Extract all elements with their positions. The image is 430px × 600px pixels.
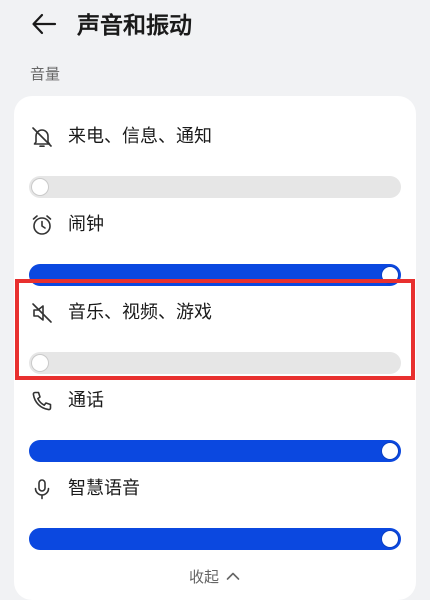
volume-slider-media[interactable] <box>29 352 401 374</box>
volume-slider-smart-voice[interactable] <box>29 528 401 550</box>
volume-row-label: 智慧语音 <box>68 478 140 499</box>
slider-thumb[interactable] <box>382 443 398 459</box>
volume-slider-notifications[interactable] <box>29 176 401 198</box>
section-label-volume: 音量 <box>30 65 61 83</box>
slider-thumb[interactable] <box>32 355 48 371</box>
volume-row-alarm: 闹钟 <box>14 210 416 298</box>
volume-row-label: 来电、信息、通知 <box>68 126 212 147</box>
collapse-label: 收起 <box>188 567 219 586</box>
slider-thumb[interactable] <box>32 179 48 195</box>
chevron-up-icon <box>225 568 241 584</box>
alarm-clock-icon <box>30 213 54 237</box>
slider-fill <box>29 528 401 550</box>
slider-thumb[interactable] <box>382 267 398 283</box>
collapse-button[interactable]: 收起 <box>14 564 416 588</box>
slider-fill <box>29 440 401 462</box>
header: 声音和振动 <box>0 0 430 56</box>
volume-row-smart-voice: 智慧语音 <box>14 474 416 562</box>
volume-row-media: 音乐、视频、游戏 <box>14 298 416 386</box>
volume-slider-alarm[interactable] <box>29 264 401 286</box>
volume-slider-call[interactable] <box>29 440 401 462</box>
volume-row-label: 通话 <box>68 390 104 411</box>
speaker-muted-icon <box>30 301 54 325</box>
slider-thumb[interactable] <box>382 531 398 547</box>
volume-row-notifications: 来电、信息、通知 <box>14 122 416 210</box>
back-button[interactable] <box>26 8 62 44</box>
back-arrow-icon <box>31 11 57 41</box>
volume-row-label: 音乐、视频、游戏 <box>68 302 212 323</box>
volume-row-label: 闹钟 <box>68 214 104 235</box>
volume-row-call: 通话 <box>14 386 416 474</box>
slider-fill <box>29 264 401 286</box>
microphone-icon <box>30 477 54 501</box>
phone-icon <box>30 389 54 413</box>
bell-muted-icon <box>30 125 54 149</box>
page-title: 声音和振动 <box>77 13 192 39</box>
volume-card: 来电、信息、通知 闹钟 音乐、视频、游戏 通话 智慧语音 收起 <box>14 96 416 600</box>
